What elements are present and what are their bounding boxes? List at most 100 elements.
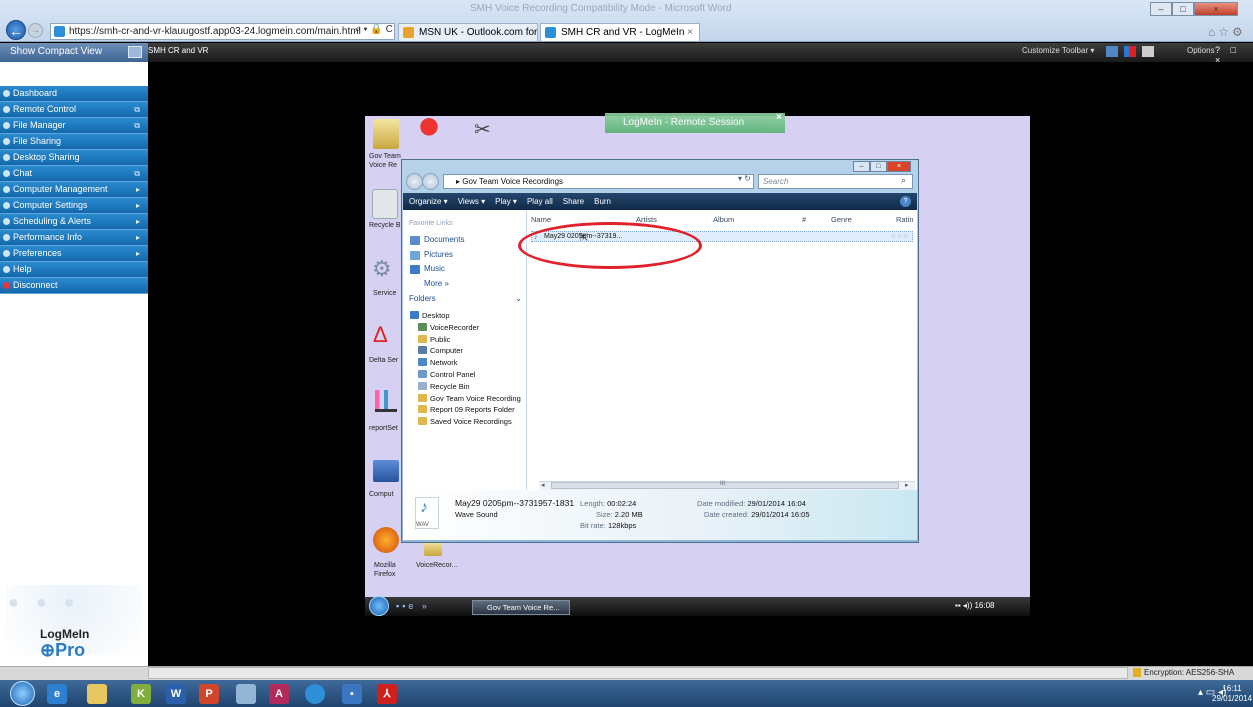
customize-toolbar-button[interactable]: Customize Toolbar ▾: [1022, 46, 1094, 55]
sidebar-item[interactable]: Computer Settings ▸: [0, 198, 148, 214]
logmein-icon[interactable]: [305, 684, 325, 704]
minimize-button[interactable]: –: [1150, 2, 1172, 16]
windows-start-button[interactable]: [10, 681, 35, 706]
computer-icon[interactable]: [373, 460, 399, 482]
scroll-left-icon[interactable]: ◂: [541, 481, 545, 489]
command-button[interactable]: Play all: [527, 197, 553, 206]
remote-start-button[interactable]: [369, 596, 389, 616]
rating-stars[interactable]: ☆☆☆: [890, 232, 909, 242]
recycle-bin-icon[interactable]: [372, 189, 398, 219]
command-button[interactable]: Organize ▾: [409, 197, 448, 206]
firefox-icon[interactable]: [373, 527, 399, 553]
folder-tree-item[interactable]: Recycle Bin: [418, 381, 470, 392]
tools-icon[interactable]: ✂: [474, 117, 500, 145]
tab-msn[interactable]: MSN UK - Outlook.com forme...: [398, 23, 538, 41]
chevron-down-icon[interactable]: ⌄: [515, 294, 522, 303]
sidebar-item[interactable]: Performance Info ▸: [0, 230, 148, 246]
maximize-button[interactable]: □: [1172, 2, 1194, 16]
taskbar-clock[interactable]: 16:11 29/01/2014: [1212, 684, 1252, 704]
remote-session-bar[interactable]: LogMeIn - Remote Session: [605, 113, 785, 133]
column-header[interactable]: Name: [531, 215, 551, 224]
column-header[interactable]: Album: [713, 215, 734, 224]
search-icon[interactable]: ⌕: [901, 175, 906, 186]
file-explorer-icon[interactable]: [87, 684, 107, 704]
notes-icon[interactable]: [236, 684, 256, 704]
delta-icon[interactable]: Δ: [373, 322, 399, 348]
quick-launch-icon[interactable]: ▪▪e »: [396, 601, 430, 611]
sidebar-item-label: Performance Info: [13, 232, 83, 242]
folder-tree-item[interactable]: Public: [418, 334, 450, 345]
command-button[interactable]: Play ▾: [495, 197, 517, 206]
minimize-button[interactable]: –: [853, 161, 870, 172]
sidebar-item[interactable]: File Manager ⧉: [0, 118, 148, 134]
folder-tree-item[interactable]: Gov Team Voice Recording: [418, 393, 521, 404]
favorite-link[interactable]: Music: [410, 262, 445, 276]
sidebar-item[interactable]: Remote Control ⧉: [0, 102, 148, 118]
gear-icon[interactable]: ⚙: [372, 256, 398, 282]
favorite-link[interactable]: More »: [410, 277, 449, 291]
folder-tree-item[interactable]: Saved Voice Recordings: [418, 416, 512, 427]
folder-tree-item[interactable]: Desktop: [410, 310, 450, 321]
sidebar-item[interactable]: Disconnect: [0, 278, 148, 294]
column-header[interactable]: Genre: [831, 215, 852, 224]
folder-icon[interactable]: [424, 541, 442, 556]
pdf-icon[interactable]: ⅄: [377, 684, 397, 704]
sidebar-item[interactable]: Scheduling & Alerts ▸: [0, 214, 148, 230]
folder-tree-item[interactable]: VoiceRecorder: [418, 322, 479, 333]
sidebar-item[interactable]: Preferences ▸: [0, 246, 148, 262]
forward-button[interactable]: [422, 173, 439, 190]
remote-clock: 16:08: [974, 601, 995, 610]
close-window-button[interactable]: ×: [1194, 2, 1238, 16]
back-button[interactable]: ←: [6, 20, 26, 40]
color-icon[interactable]: [1124, 46, 1136, 57]
sidebar-item[interactable]: File Sharing: [0, 134, 148, 150]
folder-icon[interactable]: [373, 119, 399, 149]
taskbar-window-button[interactable]: Gov Team Voice Re...: [472, 600, 570, 615]
address-bar[interactable]: https://smh-cr-and-vr-klauugostf.app03-2…: [50, 23, 395, 40]
close-window-button[interactable]: ×: [887, 161, 911, 172]
options-button[interactable]: Options: [1187, 46, 1215, 55]
folder-tree-item[interactable]: Computer: [418, 345, 463, 356]
explorer-address-bar[interactable]: ▸ Gov Team Voice Recordings: [443, 174, 754, 189]
favorite-link[interactable]: Documents: [410, 233, 464, 247]
command-button[interactable]: Burn: [594, 197, 611, 206]
folders-heading[interactable]: Folders ⌄: [409, 294, 524, 306]
tab-logmein[interactable]: SMH CR and VR - LogMeIn ×: [540, 23, 700, 41]
word-icon[interactable]: W: [166, 684, 186, 704]
chart-icon[interactable]: [375, 390, 397, 412]
app-icon[interactable]: K: [131, 684, 151, 704]
command-button[interactable]: Share: [563, 197, 584, 206]
help-icon[interactable]: ?: [900, 196, 911, 207]
column-header[interactable]: #: [802, 215, 806, 224]
scroll-right-icon[interactable]: ▸: [905, 481, 909, 489]
address-controls[interactable]: ⌕ ▾ 🔒 C: [355, 24, 393, 35]
maximize-button[interactable]: □: [870, 161, 887, 172]
close-tab-icon[interactable]: ×: [687, 24, 693, 41]
powerpoint-icon[interactable]: P: [199, 684, 219, 704]
sidebar-item[interactable]: Computer Management ▸: [0, 182, 148, 198]
back-button[interactable]: [406, 173, 423, 190]
home-star-gear-icon[interactable]: ⌂☆⚙: [1208, 25, 1246, 39]
access-icon[interactable]: A: [269, 684, 289, 704]
favorite-link[interactable]: Pictures: [410, 248, 453, 262]
forward-button[interactable]: →: [28, 23, 43, 38]
close-icon[interactable]: ×: [776, 112, 782, 123]
sidebar-item[interactable]: Chat ⧉: [0, 166, 148, 182]
folder-tree-item[interactable]: Network: [418, 357, 458, 368]
sidebar-item[interactable]: Desktop Sharing: [0, 150, 148, 166]
app-icon[interactable]: ▪: [342, 684, 362, 704]
internet-explorer-icon[interactable]: e: [47, 684, 67, 704]
screen-icon[interactable]: [1106, 46, 1118, 57]
award-ribbon-icon[interactable]: [418, 117, 440, 145]
column-header[interactable]: Ratin: [896, 215, 914, 224]
compact-view-button[interactable]: Show Compact View: [0, 43, 148, 62]
search-input[interactable]: Search: [758, 174, 913, 189]
folder-tree-item[interactable]: Control Panel: [418, 369, 475, 380]
folder-tree-item[interactable]: Report 09 Reports Folder: [418, 404, 515, 415]
sidebar-item[interactable]: Help: [0, 262, 148, 278]
refresh-icon[interactable]: ▾ ↻: [738, 174, 751, 183]
sidebar-item[interactable]: Dashboard: [0, 86, 148, 102]
command-button[interactable]: Views ▾: [458, 197, 485, 206]
printer-icon[interactable]: [1142, 46, 1154, 57]
pin-icon[interactable]: [128, 46, 142, 58]
